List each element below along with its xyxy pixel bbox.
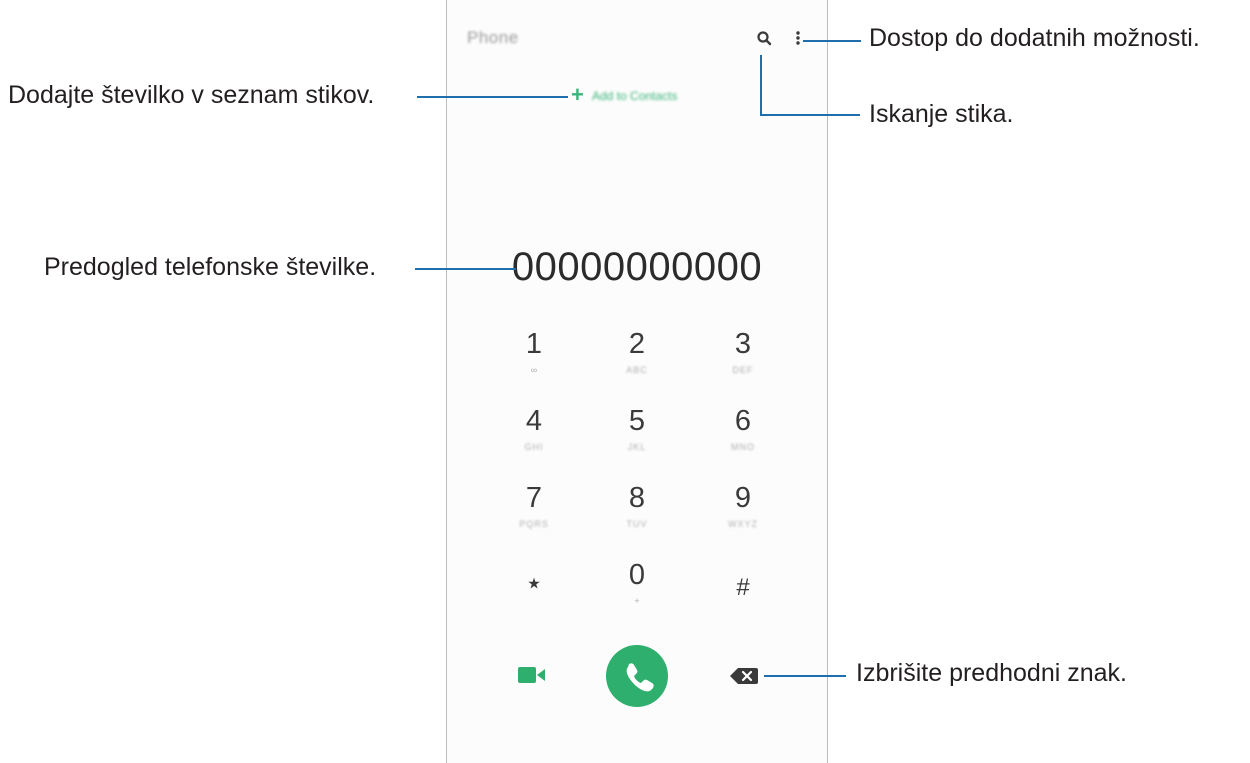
backspace-icon[interactable] <box>729 666 759 686</box>
key-4[interactable]: 4 GHI <box>484 405 584 465</box>
leader-line <box>760 114 860 116</box>
key-6[interactable]: 6 MNO <box>693 405 793 465</box>
callout-add-number: Dodajte številko v seznam stikov. <box>8 81 375 109</box>
key-digit: 7 <box>525 482 543 514</box>
key-digit: 3 <box>734 328 752 360</box>
call-button[interactable] <box>606 645 668 707</box>
voicemail-icon: ∞ <box>530 365 538 375</box>
key-9[interactable]: 9 WXYZ <box>693 482 793 542</box>
leader-line <box>415 268 516 270</box>
key-letters: MNO <box>731 442 755 452</box>
key-letters: JKL <box>627 442 647 452</box>
callout-search-contact: Iskanje stika. <box>869 100 1014 128</box>
leader-line <box>764 675 846 677</box>
key-digit: 6 <box>734 405 752 437</box>
callout-more-options: Dostop do dodatnih možnosti. <box>869 24 1200 52</box>
leader-line <box>417 96 568 98</box>
callout-delete-char: Izbrišite predhodni znak. <box>856 659 1127 687</box>
key-digit: 5 <box>628 405 646 437</box>
key-digit: 2 <box>628 328 646 360</box>
key-digit: 4 <box>525 405 543 437</box>
key-digit: ⋆ <box>524 567 544 600</box>
key-letters: WXYZ <box>728 519 758 529</box>
key-digit: 9 <box>734 482 752 514</box>
key-3[interactable]: 3 DEF <box>693 328 793 388</box>
phone-call-icon <box>626 663 654 692</box>
callout-number-preview: Predogled telefonske številke. <box>44 253 377 281</box>
key-digit: 8 <box>628 482 646 514</box>
key-7[interactable]: 7 PQRS <box>484 482 584 542</box>
key-hash[interactable]: # <box>693 572 793 632</box>
key-2[interactable]: 2 ABC <box>587 328 687 388</box>
video-call-icon[interactable] <box>517 664 547 686</box>
add-to-contacts-label: Add to Contacts <box>592 89 678 103</box>
key-letters: TUV <box>626 519 648 529</box>
key-digit: # <box>736 574 750 601</box>
key-1[interactable]: 1 ∞ <box>484 328 584 388</box>
leader-line <box>760 55 762 115</box>
leader-line <box>803 40 861 42</box>
key-plus: + <box>634 596 640 606</box>
key-8[interactable]: 8 TUV <box>587 482 687 542</box>
more-options-icon[interactable] <box>793 29 803 49</box>
app-title: Phone <box>467 28 519 47</box>
search-icon[interactable] <box>755 29 775 49</box>
key-5[interactable]: 5 JKL <box>587 405 687 465</box>
key-digit: 1 <box>525 328 543 360</box>
key-0[interactable]: 0 + <box>587 559 687 619</box>
key-letters: PQRS <box>519 519 549 529</box>
key-star[interactable]: ⋆ <box>484 568 584 628</box>
key-letters: DEF <box>732 365 754 375</box>
key-digit: 0 <box>628 559 646 591</box>
key-letters: GHI <box>524 442 544 452</box>
plus-icon: + <box>571 82 584 107</box>
key-letters: ABC <box>626 365 648 375</box>
